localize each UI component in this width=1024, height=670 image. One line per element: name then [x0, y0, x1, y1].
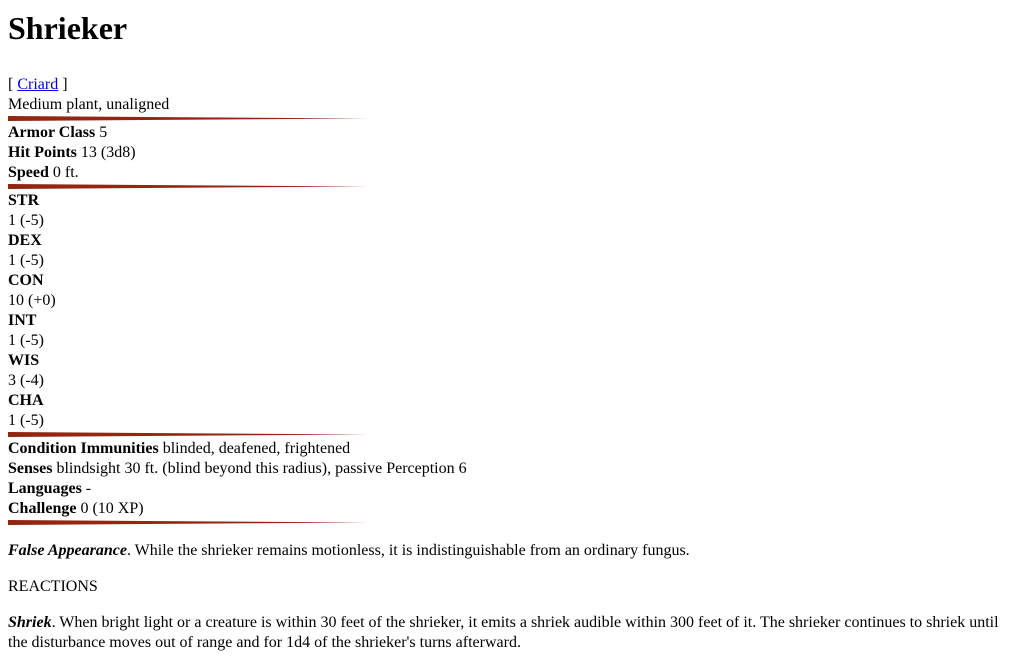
- prop-challenge: Challenge 0 (10 XP): [8, 499, 1016, 519]
- prop-value: -: [81, 480, 92, 497]
- stat-value: 5: [95, 124, 108, 141]
- stat-armor-class: Armor Class 5: [8, 123, 1016, 143]
- trait-text: . While the shrieker remains motionless,…: [126, 542, 690, 559]
- ability-con-name: CON: [8, 271, 1016, 291]
- ability-cha-score: 1 (-5): [8, 412, 44, 429]
- stat-speed: Speed 0 ft.: [8, 163, 1016, 183]
- ability-name: CON: [8, 272, 44, 289]
- prop-label: Challenge: [8, 500, 77, 517]
- ability-name: INT: [8, 312, 37, 329]
- reaction-text: . When bright light or a creature is wit…: [8, 614, 999, 651]
- breadcrumb-close: ]: [58, 76, 68, 93]
- prop-languages: Languages -: [8, 479, 1016, 499]
- ability-con-score: 10 (+0): [8, 292, 56, 309]
- prop-senses: Senses blindsight 30 ft. (blind beyond t…: [8, 459, 1016, 479]
- breadcrumb-open: [: [8, 76, 18, 93]
- prop-condition-immunities: Condition Immunities blinded, deafened, …: [8, 439, 1016, 459]
- ability-name: DEX: [8, 232, 42, 249]
- type-line: Medium plant, unaligned: [8, 96, 170, 113]
- stat-label: Speed: [8, 164, 49, 181]
- tapered-rule: [8, 116, 368, 121]
- prop-label: Languages: [8, 480, 82, 497]
- trait-false-appearance: False Appearance. While the shrieker rem…: [8, 541, 1016, 561]
- trait-name: False Appearance: [8, 542, 127, 559]
- reaction-shriek: Shriek. When bright light or a creature …: [8, 613, 1016, 653]
- ability-name: CHA: [8, 392, 44, 409]
- ability-wis-name: WIS: [8, 351, 1016, 371]
- ability-str-score: 1 (-5): [8, 212, 44, 229]
- ability-wis-score: 3 (-4): [8, 372, 44, 389]
- ability-dex-score: 1 (-5): [8, 252, 44, 269]
- ability-int-score: 1 (-5): [8, 332, 44, 349]
- breadcrumb: [ Criard ]: [8, 75, 1016, 95]
- prop-value: blinded, deafened, frightened: [158, 440, 351, 457]
- tapered-rule: [8, 184, 368, 189]
- ability-name: WIS: [8, 352, 40, 369]
- reactions-heading: REACTIONS: [8, 578, 98, 595]
- stat-hit-points: Hit Points 13 (3d8): [8, 143, 1016, 163]
- prop-value: blindsight 30 ft. (blind beyond this rad…: [52, 460, 467, 477]
- stat-label: Armor Class: [8, 124, 96, 141]
- prop-label: Senses: [8, 460, 53, 477]
- stat-value: 0 ft.: [48, 164, 79, 181]
- reaction-name: Shriek: [8, 614, 52, 631]
- ability-cha-name: CHA: [8, 391, 1016, 411]
- ability-str-name: STR: [8, 191, 1016, 211]
- ability-int-name: INT: [8, 311, 1016, 331]
- breadcrumb-link-criard[interactable]: Criard: [17, 76, 58, 93]
- tapered-rule: [8, 520, 368, 525]
- stat-label: Hit Points: [8, 144, 77, 161]
- page-title: Shrieker: [8, 10, 128, 46]
- stat-value: 13 (3d8): [76, 144, 136, 161]
- prop-value: 0 (10 XP): [76, 500, 144, 517]
- ability-name: STR: [8, 192, 40, 209]
- prop-label: Condition Immunities: [8, 440, 159, 457]
- ability-dex-name: DEX: [8, 231, 1016, 251]
- tapered-rule: [8, 432, 368, 437]
